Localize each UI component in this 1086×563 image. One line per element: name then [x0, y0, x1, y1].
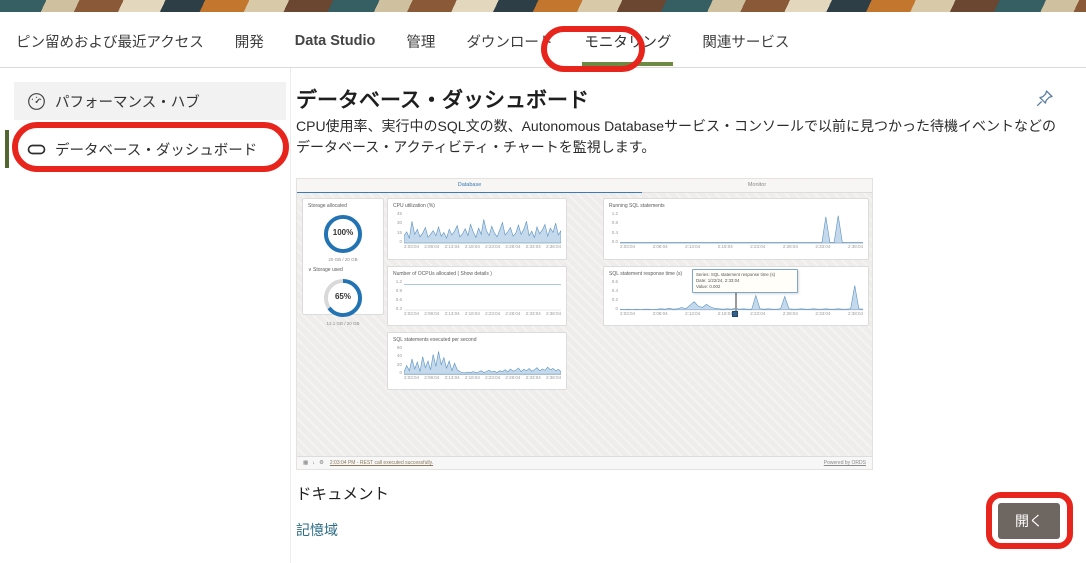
ocpu-allocated-chart: 1.20.90.60.32:03:042:08:042:13:042:18:04… [393, 279, 561, 323]
documentation-heading: ドキュメント [296, 482, 389, 504]
storage-allocated-title: Storage allocated [308, 203, 378, 209]
cpu-utilization-chart: 45301502:03:042:08:042:13:042:18:042:23:… [393, 211, 561, 257]
preview-statusbar: ▦ ↓ ⚙ 2:03:04 PM - REST call executed su… [297, 456, 872, 469]
dashboard-preview-image: Database Monitor Storage allocated 100% … [296, 178, 873, 470]
sql-per-second-card: SQL statements executed per second 60402… [387, 332, 567, 390]
tab-administration[interactable]: 管理 [404, 14, 437, 66]
download-icon: ↓ [312, 460, 315, 466]
sidebar-item-label: パフォーマンス・ハブ [55, 91, 200, 112]
gear-icon: ⚙ [319, 460, 324, 466]
preview-tab-database: Database [297, 182, 642, 188]
sidebar-item-database-dashboard[interactable]: データベース・ダッシュボード [14, 128, 286, 170]
page-title: データベース・ダッシュボード [296, 84, 589, 114]
page-description: CPU使用率、実行中のSQL文の数、Autonomous Databaseサービ… [296, 116, 1056, 158]
chart-tooltip: Series: SQL statement response time (s) … [692, 269, 798, 293]
status-message: 2:03:04 PM - REST call executed successf… [330, 460, 433, 466]
preview-tab-monitor: Monitor [654, 182, 861, 188]
storage-allocated-gauge: 100% [321, 212, 365, 256]
storage-used-gauge: 65% [321, 276, 365, 320]
tab-data-studio[interactable]: Data Studio [293, 16, 378, 63]
oval-icon [27, 140, 46, 159]
running-sql-chart: 1.20.80.40.02:03:042:08:042:13:042:18:04… [609, 211, 863, 257]
preview-tab-underline [297, 192, 642, 194]
tab-development[interactable]: 開発 [233, 14, 266, 66]
tab-monitoring[interactable]: モニタリング [582, 14, 673, 66]
storage-card: Storage allocated 100% 20 GB / 20 GB ∨ S… [302, 198, 384, 315]
preview-tabbar: Database Monitor [297, 179, 872, 193]
sidebar-divider [290, 68, 291, 563]
app-window: ピン留めおよび最近アクセス 開発 Data Studio 管理 ダウンロード モ… [0, 0, 1086, 563]
open-button[interactable]: 開く [998, 503, 1060, 539]
powered-by-label: Powered by ORDS [824, 460, 866, 466]
active-item-indicator [5, 130, 9, 168]
tab-related-services[interactable]: 関連サービス [700, 14, 791, 66]
tooltip-marker [732, 311, 738, 317]
decorative-banner [0, 0, 1086, 12]
tab-downloads[interactable]: ダウンロード [464, 14, 555, 66]
tab-pinned-recent[interactable]: ピン留めおよび最近アクセス [14, 14, 206, 66]
top-navigation: ピン留めおよび最近アクセス 開発 Data Studio 管理 ダウンロード モ… [0, 12, 1086, 68]
sql-per-second-chart: 60402002:03:042:08:042:13:042:18:042:23:… [393, 345, 561, 387]
running-sql-card: Running SQL statements 1.20.80.40.02:03:… [603, 198, 869, 260]
sql-response-time-card: SQL statement response time (s) 0.60.40.… [603, 266, 869, 326]
sidebar-item-performance-hub[interactable]: パフォーマンス・ハブ [14, 82, 286, 120]
gauge-icon [27, 92, 46, 111]
storage-used-toggle: ∨ Storage used [308, 267, 378, 273]
cpu-utilization-card: CPU utilization (%) 45301502:03:042:08:0… [387, 198, 567, 260]
grid-icon: ▦ [303, 460, 308, 466]
sidebar: パフォーマンス・ハブ データベース・ダッシュボード [0, 68, 290, 563]
pin-icon[interactable] [1033, 88, 1055, 110]
tooltip-connector [735, 291, 737, 313]
sidebar-item-label: データベース・ダッシュボード [55, 139, 257, 160]
storage-doc-link[interactable]: 記憶域 [296, 520, 338, 540]
ocpu-allocated-card: Number of OCPUs allocated ( Show details… [387, 266, 567, 326]
